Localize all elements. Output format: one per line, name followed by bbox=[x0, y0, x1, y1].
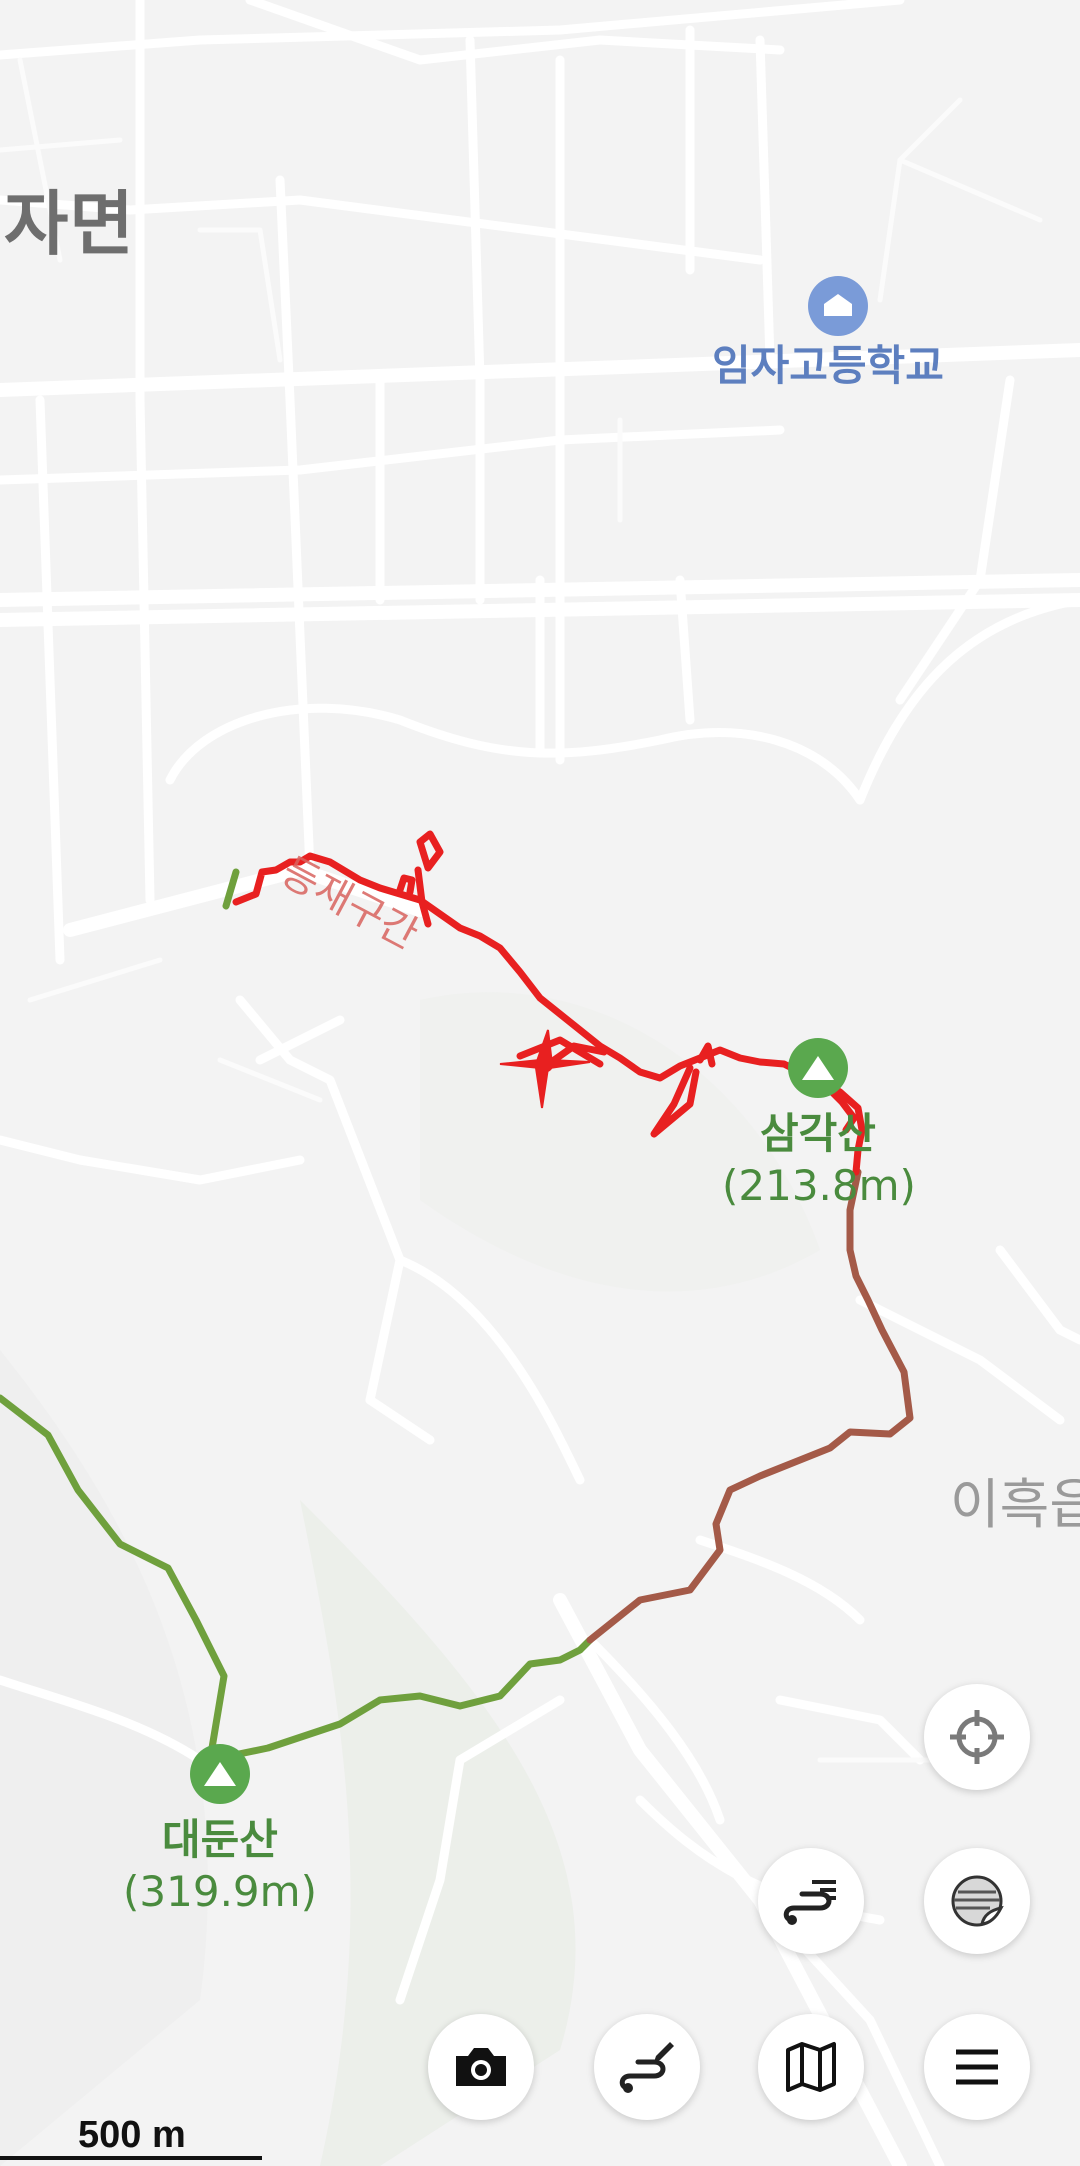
locate-button[interactable] bbox=[924, 1684, 1030, 1790]
crosshair-icon bbox=[950, 1710, 1004, 1764]
district-label-right: 이흑읍 bbox=[950, 1473, 1080, 1536]
layers-button[interactable] bbox=[924, 1848, 1030, 1954]
school-marker[interactable] bbox=[808, 276, 868, 336]
map-button[interactable] bbox=[758, 2014, 864, 2120]
peak-elevation: (319.9m) bbox=[123, 1867, 317, 1916]
peak-marker-samgaksan[interactable] bbox=[788, 1038, 848, 1098]
scale-bar bbox=[0, 2156, 262, 2160]
menu-icon bbox=[956, 2049, 998, 2085]
peak-label-daedunsan[interactable]: 대둔산 (319.9m) bbox=[122, 1806, 318, 1916]
district-label: 자면 bbox=[4, 183, 135, 265]
camera-icon bbox=[456, 2048, 506, 2086]
menu-button[interactable] bbox=[924, 2014, 1030, 2120]
peak-label-samgaksan[interactable]: 삼각산 (213.8m) bbox=[722, 1100, 916, 1210]
peak-name: 삼각산 bbox=[760, 1109, 876, 1158]
route-list-icon bbox=[783, 1880, 836, 1925]
peak-elevation: (213.8m) bbox=[722, 1161, 916, 1210]
map-icon bbox=[786, 2042, 836, 2092]
route-list-button[interactable] bbox=[758, 1848, 864, 1954]
route-edit-button[interactable] bbox=[594, 2014, 700, 2120]
route-edit-icon bbox=[619, 2042, 674, 2093]
peak-marker-daedunsan[interactable] bbox=[190, 1744, 250, 1804]
scale-label: 500 m bbox=[78, 2114, 186, 2156]
peak-name: 대둔산 bbox=[162, 1815, 278, 1864]
layers-icon bbox=[951, 1875, 1004, 1927]
camera-button[interactable] bbox=[428, 2014, 534, 2120]
school-label[interactable]: 임자고등학교 bbox=[712, 332, 944, 393]
